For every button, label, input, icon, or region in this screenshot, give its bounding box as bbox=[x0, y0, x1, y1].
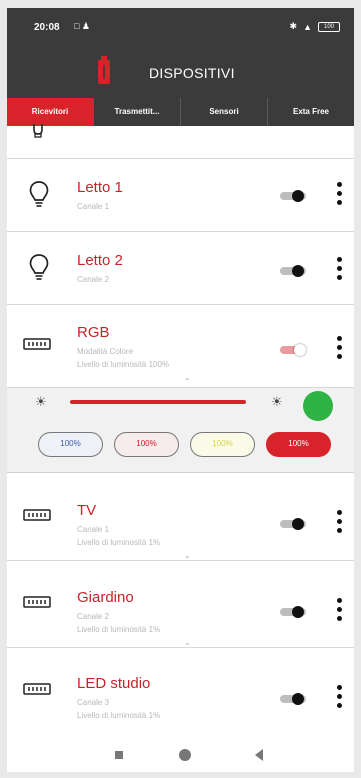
recents-button[interactable] bbox=[115, 751, 123, 759]
status-bar: 20:08 □ ♟ ✱ ▲ 100 bbox=[7, 8, 354, 46]
device-name: Letto 2 bbox=[77, 252, 123, 269]
device-row-rgb[interactable]: RGB Modalità Colore Livello di luminosit… bbox=[7, 305, 354, 388]
more-menu-icon[interactable] bbox=[336, 685, 342, 708]
more-menu-icon[interactable] bbox=[336, 510, 342, 533]
more-menu-icon[interactable] bbox=[336, 257, 342, 280]
expand-chevron-icon[interactable]: ⌄ bbox=[184, 551, 191, 560]
device-channel: Canale 2 bbox=[77, 275, 110, 284]
device-row-led-studio[interactable]: LED studio Canale 3 Livello di luminosit… bbox=[7, 648, 354, 738]
device-brightness: Livello di luminosità 1% bbox=[77, 711, 161, 720]
device-toggle[interactable] bbox=[280, 693, 306, 705]
led-controller-icon bbox=[23, 596, 51, 608]
back-button[interactable] bbox=[255, 749, 263, 761]
preset-white-button[interactable]: 100% bbox=[266, 432, 331, 457]
device-name: TV bbox=[77, 502, 97, 519]
home-button[interactable] bbox=[179, 749, 191, 761]
system-nav-bar bbox=[7, 738, 354, 772]
tab-sensori[interactable]: Sensori bbox=[180, 98, 267, 126]
tab-ricevitori[interactable]: Ricevitori bbox=[7, 98, 93, 126]
device-toggle[interactable] bbox=[280, 518, 306, 530]
status-time: 20:08 bbox=[34, 22, 60, 33]
bluetooth-icon: ✱ bbox=[289, 21, 298, 31]
tab-bar: Ricevitori Trasmettit... Sensori Exta Fr… bbox=[7, 98, 354, 126]
battery-icon: 100 bbox=[318, 21, 340, 32]
brightness-low-icon: ☀ bbox=[35, 394, 47, 409]
system-icons: ✱ ▲ 100 bbox=[290, 21, 340, 32]
device-toggle[interactable] bbox=[280, 265, 306, 277]
app-logo-icon bbox=[98, 56, 110, 84]
device-name: Giardino bbox=[77, 589, 134, 606]
device-row-giardino[interactable]: Giardino Canale 2 Livello di luminosità … bbox=[7, 561, 354, 648]
bulb-icon bbox=[29, 254, 49, 280]
device-toggle[interactable] bbox=[280, 344, 306, 356]
device-name: RGB bbox=[77, 324, 110, 341]
more-menu-icon[interactable] bbox=[336, 182, 342, 205]
device-channel: Canale 3 bbox=[77, 698, 110, 707]
device-channel: Canale 1 bbox=[77, 202, 110, 211]
preset-buttons: 100% 100% 100% 100% bbox=[38, 432, 331, 457]
signal-icon: ▲ bbox=[303, 21, 312, 32]
tab-trasmettitori[interactable]: Trasmettit... bbox=[93, 98, 180, 126]
device-name: Letto 1 bbox=[77, 179, 123, 196]
more-menu-icon[interactable] bbox=[336, 336, 342, 359]
preset-blue-button[interactable]: 100% bbox=[38, 432, 103, 457]
preset-yellow-button[interactable]: 100% bbox=[190, 432, 255, 457]
list-item-partial[interactable] bbox=[7, 124, 354, 159]
brightness-slider[interactable] bbox=[70, 400, 246, 404]
device-mode: Modalità Colore bbox=[77, 347, 134, 356]
led-controller-icon bbox=[23, 683, 51, 695]
rgb-control-panel: ☀ ☀ 100% 100% 100% 100% bbox=[7, 388, 354, 473]
device-row-letto-1[interactable]: Letto 1 Canale 1 bbox=[7, 159, 354, 232]
more-menu-icon[interactable] bbox=[336, 598, 342, 621]
led-controller-icon bbox=[23, 338, 51, 350]
device-toggle[interactable] bbox=[280, 606, 306, 618]
bulb-icon bbox=[33, 124, 43, 138]
device-brightness: Livello di luminosità 100% bbox=[77, 360, 170, 369]
notification-icons: □ ♟ bbox=[74, 21, 91, 31]
device-brightness: Livello di luminosità 1% bbox=[77, 625, 161, 634]
brightness-high-icon: ☀ bbox=[271, 394, 283, 409]
page-title: DISPOSITIVI bbox=[149, 65, 235, 81]
device-name: LED studio bbox=[77, 675, 151, 692]
collapse-chevron-icon[interactable]: ⌃ bbox=[184, 377, 191, 386]
tab-exta-free[interactable]: Exta Free bbox=[267, 98, 354, 126]
device-row-tv[interactable]: TV Canale 1 Livello di luminosità 1% ⌄ bbox=[7, 473, 354, 561]
device-brightness: Livello di luminosità 1% bbox=[77, 538, 161, 547]
color-picker-swatch[interactable] bbox=[303, 391, 333, 421]
phone-screen: 20:08 □ ♟ ✱ ▲ 100 DISPOSITIVI Ricevitori… bbox=[7, 8, 354, 772]
device-row-letto-2[interactable]: Letto 2 Canale 2 bbox=[7, 232, 354, 305]
expand-chevron-icon[interactable]: ⌄ bbox=[184, 638, 191, 647]
device-toggle[interactable] bbox=[280, 190, 306, 202]
led-controller-icon bbox=[23, 509, 51, 521]
device-channel: Canale 1 bbox=[77, 525, 110, 534]
preset-red-button[interactable]: 100% bbox=[114, 432, 179, 457]
app-bar: DISPOSITIVI bbox=[7, 46, 354, 98]
bulb-icon bbox=[29, 181, 49, 207]
device-channel: Canale 2 bbox=[77, 612, 110, 621]
